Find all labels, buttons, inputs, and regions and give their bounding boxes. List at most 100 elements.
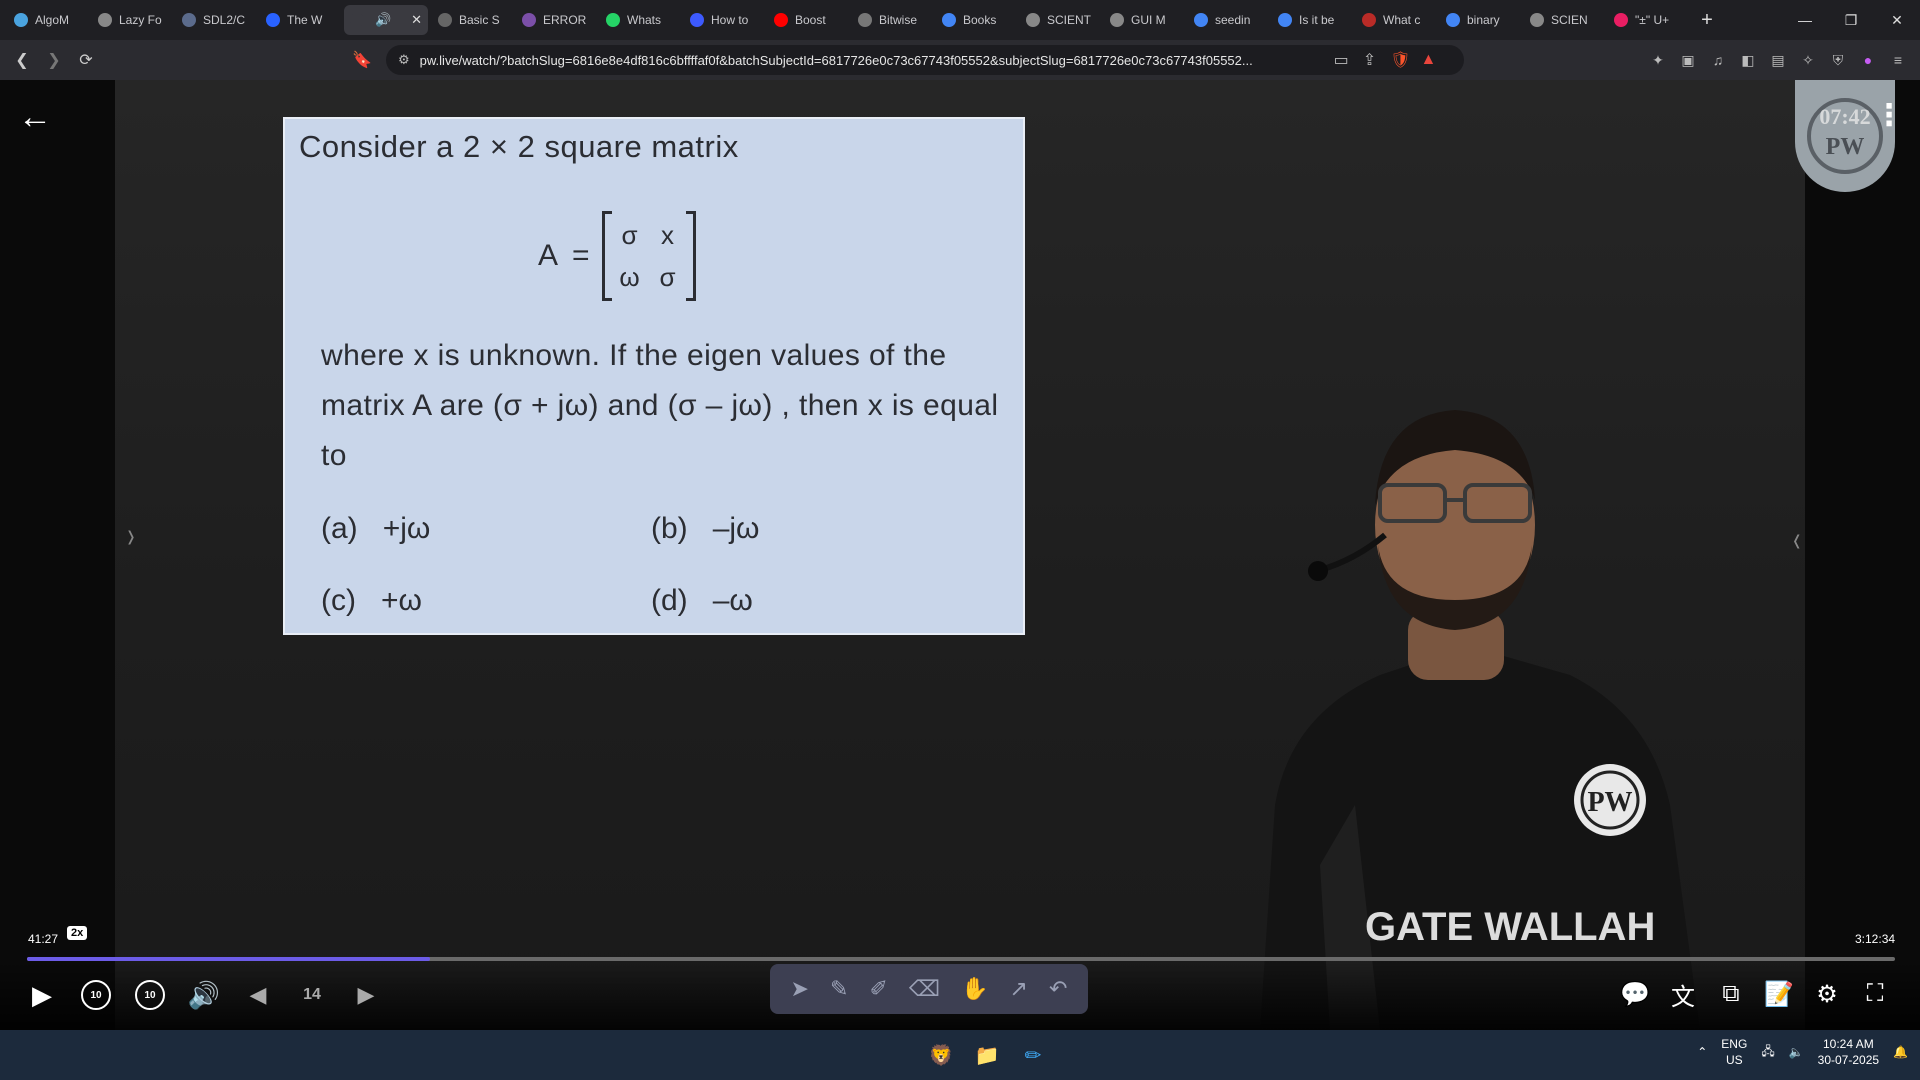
question-intro: Consider a 2 × 2 square matrix: [299, 129, 739, 164]
pen-icon[interactable]: ✎: [830, 976, 848, 1002]
cast-icon[interactable]: ▭: [1334, 50, 1349, 70]
clock[interactable]: 10:24 AM 30-07-2025: [1818, 1036, 1879, 1068]
speaker-icon: [350, 13, 364, 27]
tab-audio-icon[interactable]: 🔊: [375, 12, 391, 28]
vpn-icon[interactable]: ⛨: [1826, 44, 1850, 76]
pointer-icon[interactable]: ➤: [791, 976, 809, 1002]
site-info-icon[interactable]: ⚙: [398, 52, 410, 68]
language-indicator[interactable]: ENG US: [1721, 1036, 1747, 1068]
rewind-button[interactable]: 10: [76, 975, 116, 1015]
browser-tab[interactable]: Basic S: [432, 5, 512, 35]
playback-speed[interactable]: 2x: [67, 926, 88, 940]
wallet-icon[interactable]: ▤: [1766, 44, 1790, 76]
menu-icon[interactable]: ≡: [1886, 44, 1910, 76]
watermark-text: PW: [1825, 133, 1865, 160]
dot-icon: [1614, 13, 1628, 27]
pip-icon[interactable]: ⧉: [1714, 977, 1748, 1011]
browser-tab[interactable]: Boost: [768, 5, 848, 35]
leo-icon[interactable]: ✧: [1796, 44, 1820, 76]
highlighter-icon[interactable]: ✐: [869, 976, 887, 1002]
fullscreen-icon[interactable]: ⛶: [1858, 977, 1892, 1011]
brave-rewards-icon[interactable]: ▲: [1421, 51, 1437, 69]
browser-tab[interactable]: AlgoM: [8, 5, 88, 35]
notes-icon[interactable]: 📝: [1762, 977, 1796, 1011]
browser-tab[interactable]: How to: [684, 5, 764, 35]
tab-title: seedin: [1215, 13, 1251, 27]
browser-tab[interactable]: ERROR: [516, 5, 596, 35]
sidebar-icon[interactable]: ◧: [1736, 44, 1760, 76]
matrix-grid: σ x ω σ: [601, 211, 696, 301]
chat-icon[interactable]: 💬: [1618, 977, 1652, 1011]
browser-tab[interactable]: 🔊 ✕: [344, 5, 428, 35]
play-icon[interactable]: ▶: [22, 975, 62, 1015]
volume-tray-icon[interactable]: 🔈: [1789, 1045, 1804, 1059]
pen-app-icon[interactable]: ✏: [1016, 1038, 1050, 1072]
progress-bar[interactable]: [27, 957, 1895, 961]
tab-title: Bitwise: [879, 13, 918, 27]
tab-title: What c: [1383, 13, 1421, 27]
browser-tab[interactable]: "±" U+: [1608, 5, 1688, 35]
media-icon[interactable]: ♫: [1706, 44, 1730, 76]
minimize-icon[interactable]: —: [1782, 0, 1828, 40]
back-icon[interactable]: ❮: [6, 44, 38, 76]
address-bar[interactable]: ⚙ pw.live/watch/?batchSlug=6816e8e4df816…: [386, 45, 1464, 75]
browser-tab[interactable]: seedin: [1188, 5, 1268, 35]
quora-icon: [1362, 13, 1376, 27]
more-options-icon[interactable]: ⋮: [1874, 98, 1904, 133]
share-icon[interactable]: ⇪: [1363, 50, 1376, 70]
browser-tab[interactable]: Bitwise: [852, 5, 932, 35]
browser-tab[interactable]: SDL2/C: [176, 5, 256, 35]
new-tab-button[interactable]: +: [1692, 9, 1722, 32]
undo-icon[interactable]: ↶: [1049, 976, 1067, 1002]
windows-start-icon[interactable]: [878, 1038, 912, 1072]
taskbar-apps: 🦁 📁 ✏: [878, 1038, 1050, 1072]
laser-icon[interactable]: ↗: [1010, 976, 1028, 1002]
tab-close-icon[interactable]: ✕: [411, 12, 422, 28]
close-icon[interactable]: ✕: [1874, 0, 1920, 40]
restore-icon[interactable]: ❐: [1828, 0, 1874, 40]
chevron-right-icon[interactable]: ❬: [1791, 532, 1803, 549]
matrix-cell: σ: [621, 219, 638, 250]
forward-button[interactable]: 10: [130, 975, 170, 1015]
volume-icon[interactable]: 🔊: [184, 975, 224, 1015]
reload-icon[interactable]: ⟳: [70, 44, 102, 76]
forward-icon[interactable]: ❯: [38, 44, 70, 76]
annotation-toolbar: ➤ ✎ ✐ ⌫ ✋ ↗ ↶: [770, 964, 1088, 1014]
chevron-left-icon[interactable]: ❭: [125, 528, 137, 545]
bookmark-icon[interactable]: 🔖: [346, 44, 378, 76]
tray-chevron-icon[interactable]: ⌃: [1697, 1045, 1707, 1059]
question-body: where x is unknown. If the eigen values …: [321, 339, 999, 472]
back-arrow-icon[interactable]: ←: [18, 98, 52, 137]
screenshot-icon[interactable]: ▣: [1676, 44, 1700, 76]
total-time: 3:12:34: [1855, 932, 1896, 946]
globe-icon: [1026, 13, 1040, 27]
notification-icon[interactable]: 🔔: [1893, 1045, 1908, 1059]
browser-tab[interactable]: Lazy Fo: [92, 5, 172, 35]
profile-icon[interactable]: ●: [1856, 44, 1880, 76]
browser-tab[interactable]: SCIEN: [1524, 5, 1604, 35]
browser-tab[interactable]: Whats: [600, 5, 680, 35]
brave-shield-icon[interactable]: 🛡: [1390, 50, 1410, 70]
tab-title: Lazy Fo: [119, 13, 162, 27]
prev-page-icon[interactable]: ◀: [238, 975, 278, 1015]
translate-icon[interactable]: 文: [1666, 977, 1700, 1011]
network-icon[interactable]: 🖧: [1761, 1042, 1774, 1063]
browser-tab[interactable]: Is it be: [1272, 5, 1352, 35]
current-time: 41:27: [28, 932, 59, 946]
browser-tab[interactable]: What c: [1356, 5, 1436, 35]
browser-tab[interactable]: GUI M: [1104, 5, 1184, 35]
option-a: (a) +jω: [321, 512, 431, 545]
settings-icon[interactable]: ⚙: [1810, 977, 1844, 1011]
tab-title: ERROR: [543, 13, 587, 27]
extensions-icon[interactable]: ✦: [1646, 44, 1670, 76]
hand-icon[interactable]: ✋: [961, 976, 988, 1002]
browser-tab[interactable]: The W: [260, 5, 340, 35]
next-page-icon[interactable]: ▶: [346, 975, 386, 1015]
file-explorer-icon[interactable]: 📁: [970, 1038, 1004, 1072]
eraser-icon[interactable]: ⌫: [909, 976, 940, 1002]
brave-browser-icon[interactable]: 🦁: [924, 1038, 958, 1072]
browser-tab[interactable]: SCIENT: [1020, 5, 1100, 35]
video-player[interactable]: Consider a 2 × 2 square matrix A = σ x ω…: [0, 80, 1920, 1030]
browser-tab[interactable]: Books: [936, 5, 1016, 35]
browser-tab[interactable]: binary: [1440, 5, 1520, 35]
